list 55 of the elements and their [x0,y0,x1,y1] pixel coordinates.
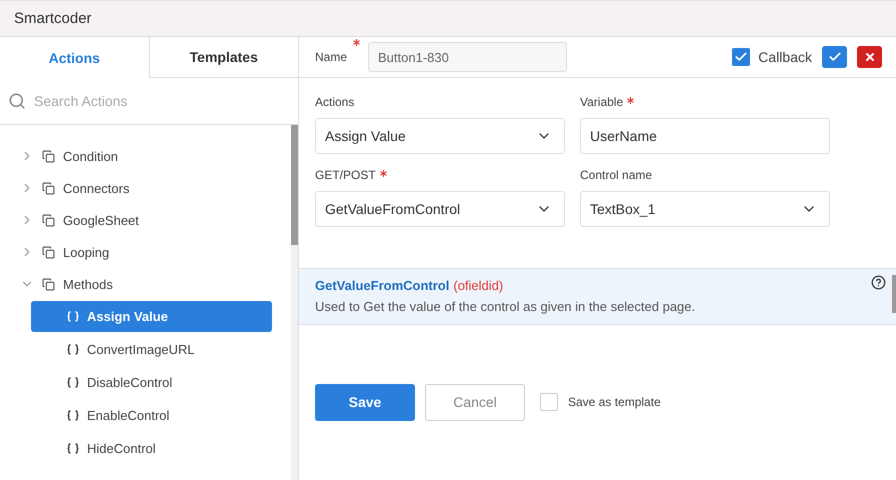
confirm-button[interactable] [822,46,847,68]
tree-item[interactable]: DisableControl [31,367,272,398]
tree-label: Looping [63,244,110,260]
tab[interactable]: Templates [148,37,298,78]
tree-item[interactable]: Looping [0,236,291,268]
dropdown[interactable]: TextBox_1 [580,191,830,227]
field-label: Actions [315,95,354,109]
save-button[interactable]: Save [315,384,415,421]
help-icon[interactable] [871,274,886,290]
cancel-button[interactable]: Cancel [425,384,525,421]
braces-icon [67,311,79,322]
callback-checkbox[interactable] [732,48,750,66]
scrollbar[interactable] [291,125,298,480]
field-label: Variable [580,95,624,109]
input-field[interactable]: UserName [580,118,830,154]
checkbox-label: Save as template [568,395,661,410]
help-parameter: (ofieldid) [453,278,504,292]
check-icon [828,50,842,64]
search-icon [8,92,26,110]
name-field[interactable]: Button1-830 [368,42,568,72]
field-label: GET/POST [315,168,376,182]
dropdown[interactable]: Assign Value [315,118,565,154]
tree-item[interactable]: ConvertImageURL [31,334,272,365]
help-title: GetValueFromControl [315,278,450,292]
tree-label: Condition [63,148,118,164]
tree-item[interactable]: HideControl [31,433,272,464]
tree-label: EnableControl [87,408,170,423]
close-icon [864,51,876,63]
field-label: Name [315,50,348,64]
braces-icon [67,410,79,421]
tree-item[interactable]: Condition [0,140,291,172]
dropdown[interactable]: GetValueFromControl [315,191,565,227]
close-button[interactable] [857,46,882,68]
tree-label: Assign Value [87,309,168,324]
tree-label: HideControl [87,441,156,456]
tree-item[interactable]: EnableControl [31,400,272,431]
tree-label: GoogleSheet [63,212,139,228]
tree-item[interactable]: GoogleSheet [0,204,291,236]
braces-icon [67,344,79,355]
tree-item[interactable]: Connectors [0,172,291,204]
tree-label: DisableControl [87,375,172,390]
braces-icon [67,443,79,454]
tree-label: ConvertImageURL [87,342,195,357]
tree-item[interactable]: Assign Value [31,301,272,332]
template-checkbox[interactable] [540,393,558,412]
check-icon [734,50,748,64]
checkbox-label: Callback [758,49,812,65]
scrollbar[interactable] [892,274,896,312]
help-description: Used to Get the value of the control as given in the selected page. [315,298,696,314]
field-label: Control name [580,168,652,182]
window-title: Smartcoder [0,0,896,37]
braces-icon [67,377,79,388]
tree-label: Connectors [63,180,130,196]
tree-label: Methods [63,276,113,292]
tree-item[interactable]: Methods [0,268,291,300]
